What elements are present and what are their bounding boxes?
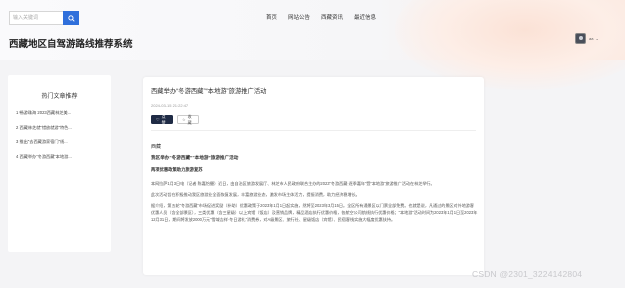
watermark: CSDN @2301_3224142804: [472, 269, 583, 279]
search-input[interactable]: [9, 11, 63, 25]
nav-recent-info[interactable]: 最近信息: [354, 13, 376, 21]
nav-announcements[interactable]: 网站公告: [288, 13, 310, 21]
like-label: 点赞: [161, 113, 166, 125]
article-category: 西藏: [151, 144, 162, 150]
collect-button[interactable]: ☆ 收藏: [177, 113, 199, 125]
sidebar-title: 热门文章推荐: [41, 94, 78, 100]
nav-home[interactable]: 首页: [266, 13, 277, 21]
article-paragraph: 此次活动旨在积极推动我区旅游业全面恢复发展，丰富旅游业态，激发市场主体活力，提振…: [151, 192, 360, 197]
article-date: 2024-03-15 21:22:47: [151, 103, 189, 108]
article-subheading: 两项优惠政策助力旅游复苏: [151, 167, 203, 172]
divider: [151, 130, 476, 131]
hot-articles-sidebar: 热门文章推荐 1 畅游珠海 2023西藏林芝美... 2 西藏林芝就“错放就游”…: [8, 75, 111, 252]
site-title: 西藏地区自驾游路线推荐系统: [9, 39, 133, 50]
article-paragraph: 本网拉萨1月3日电（记者 陈嘉怡摄）近日，由自治区旅游发展厅、林芝市人民政府联合…: [151, 181, 435, 186]
user-menu[interactable]: aa ⌄: [575, 33, 599, 44]
thumbs-up-icon: ♡: [156, 117, 160, 122]
sidebar-article-item[interactable]: 4 西藏举办“冬游西藏”本地游...: [16, 154, 104, 160]
search-button[interactable]: [63, 11, 79, 25]
star-icon: ☆: [182, 117, 186, 122]
search-icon: [67, 14, 75, 22]
sidebar-article-item[interactable]: 2 西藏林芝就“错放就游”特色...: [16, 125, 104, 131]
chevron-down-icon[interactable]: ⌄: [595, 36, 598, 41]
like-button[interactable]: ♡ 点赞: [151, 113, 173, 125]
article-content: 西藏 我区举办“冬游西藏”“本地游”旅游推广活动 两项优惠政策助力旅游复苏 本网…: [151, 143, 478, 227]
avatar[interactable]: [575, 33, 586, 44]
article-title: 西藏举办“冬游西藏”“本地游”旅游推广活动: [151, 88, 267, 95]
user-name[interactable]: aa: [589, 36, 593, 41]
article-paragraph: 据介绍，第五轮“冬游西藏”市场促进奖励（补助）优惠政策于2023年1月1日起实施…: [151, 203, 478, 222]
collect-label: 收藏: [187, 113, 192, 125]
top-nav: 首页 网站公告 西藏资讯 最近信息: [266, 13, 387, 21]
article-heading: 我区举办“冬游西藏”“本地游”旅游推广活动: [151, 155, 239, 160]
nav-tibet-news[interactable]: 西藏资讯: [321, 13, 343, 21]
sidebar-article-item[interactable]: 1 畅游珠海 2023西藏林芝美...: [16, 110, 104, 116]
sidebar-article-item[interactable]: 3 推出“去西藏游家宿门”线...: [16, 139, 104, 145]
article-card: 西藏举办“冬游西藏”“本地游”旅游推广活动 2024-03-15 21:22:4…: [143, 77, 484, 275]
search-bar: [9, 11, 79, 25]
article-actions: ♡ 点赞 ☆ 收藏: [151, 113, 203, 125]
